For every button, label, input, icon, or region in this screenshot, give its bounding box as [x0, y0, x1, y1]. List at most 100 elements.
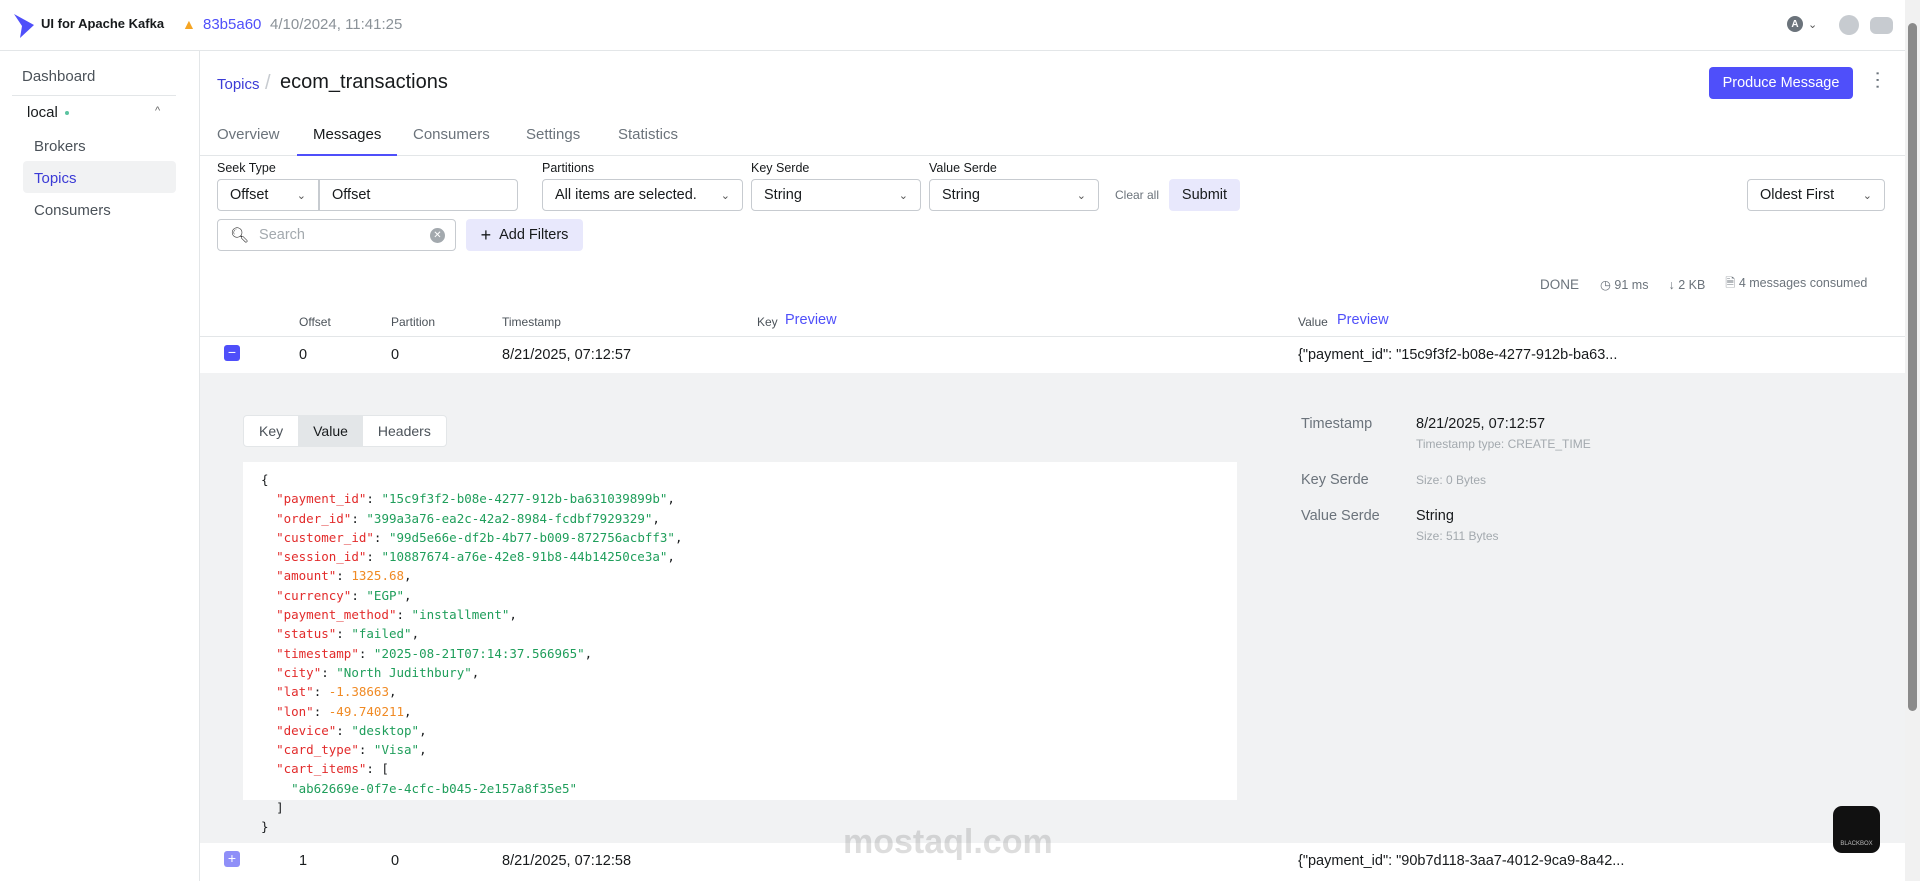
expand-icon[interactable]: +: [224, 851, 240, 867]
detail-tabs: Key Value Headers: [243, 415, 447, 447]
scrollbar[interactable]: [1905, 0, 1920, 881]
breadcrumb-separator: /: [265, 72, 271, 94]
chevron-down-icon: ⌄: [296, 189, 306, 202]
partitions-value: All items are selected.: [555, 187, 697, 203]
partitions-label: Partitions: [542, 161, 595, 175]
meta-key-size: Size: 0 Bytes: [1416, 473, 1487, 487]
seek-type-select[interactable]: Offset ⌄: [217, 179, 319, 211]
value-serde-select[interactable]: String ⌄: [929, 179, 1099, 211]
row-timestamp: 8/21/2025, 07:12:58: [502, 853, 632, 869]
sort-value: Oldest First: [1760, 187, 1835, 203]
key-serde-value: String: [764, 187, 802, 203]
col-value: Value: [1298, 315, 1328, 329]
chevron-up-icon[interactable]: ^: [155, 105, 160, 117]
row-value: {"payment_id": "15c9f3f2-b08e-4277-912b-…: [1298, 347, 1618, 363]
scrollbar-thumb[interactable]: [1908, 23, 1917, 711]
row-offset: 0: [299, 347, 308, 363]
page-title: ecom_transactions: [280, 71, 448, 93]
blackbox-badge[interactable]: BLACKBOX: [1833, 806, 1880, 853]
search-icon: 🔍︎: [230, 227, 250, 244]
produce-message-button[interactable]: Produce Message: [1709, 67, 1853, 99]
breadcrumb-topics[interactable]: Topics: [217, 76, 260, 93]
search-input[interactable]: 🔍︎ Search ✕: [217, 219, 456, 251]
add-filters-label: Add Filters: [499, 227, 569, 243]
row-value: {"payment_id": "90b7d118-3aa7-4012-9ca9-…: [1298, 853, 1625, 869]
offset-input[interactable]: Offset: [319, 179, 518, 211]
row-timestamp: 8/21/2025, 07:12:57: [502, 347, 632, 363]
row-offset: 1: [299, 853, 308, 869]
search-placeholder: Search: [259, 227, 305, 243]
meta-key-serde-label: Key Serde: [1301, 472, 1369, 488]
build-date: 4/10/2024, 11:41:25: [270, 16, 403, 33]
top-header: UI for Apache Kafka ▲ 83b5a60 4/10/2024,…: [0, 0, 1905, 51]
row-partition: 0: [391, 347, 400, 363]
meta-timestamp: 8/21/2025, 07:12:57: [1416, 416, 1546, 432]
offset-value: Offset: [332, 187, 371, 203]
sidebar-item-brokers[interactable]: Brokers: [34, 138, 86, 155]
tab-messages[interactable]: Messages: [313, 126, 381, 143]
col-key: Key: [757, 315, 778, 329]
key-serde-label: Key Serde: [751, 161, 810, 175]
active-tab-indicator: [297, 154, 397, 156]
meta-value-serde-label: Value Serde: [1301, 508, 1380, 524]
clear-search-icon[interactable]: ✕: [430, 227, 445, 243]
cluster-local[interactable]: local: [27, 104, 58, 121]
partitions-select[interactable]: All items are selected. ⌄: [542, 179, 743, 211]
meta-value-size: Size: 511 Bytes: [1416, 529, 1499, 543]
app-name: UI for Apache Kafka: [41, 16, 165, 31]
tab-settings[interactable]: Settings: [526, 126, 580, 143]
col-partition: Partition: [391, 315, 436, 329]
document-icon: 🗎: [1725, 276, 1739, 290]
clear-all-button[interactable]: Clear all: [1115, 188, 1159, 202]
col-timestamp: Timestamp: [502, 315, 561, 329]
status-dot: [65, 111, 69, 115]
tab-consumers[interactable]: Consumers: [413, 126, 490, 143]
clock-icon: ◷: [1600, 278, 1615, 292]
github-icon[interactable]: [1839, 15, 1859, 35]
value-serde-label: Value Serde: [929, 161, 997, 175]
sidebar-item-consumers[interactable]: Consumers: [34, 202, 111, 219]
submit-button[interactable]: Submit: [1169, 179, 1240, 211]
add-filters-button[interactable]: + Add Filters: [466, 219, 583, 251]
kafka-logo-icon: [14, 14, 34, 38]
sidebar: Dashboard local ^ Brokers Topics Consume…: [0, 51, 200, 881]
watermark: mostaql.com: [843, 823, 1053, 861]
user-menu[interactable]: A ⌄: [1787, 16, 1817, 32]
row-partition: 0: [391, 853, 400, 869]
col-offset: Offset: [299, 315, 331, 329]
value-preview-button[interactable]: Preview: [1337, 312, 1389, 328]
more-options-icon[interactable]: ···: [1867, 70, 1889, 90]
tab-statistics[interactable]: Statistics: [618, 126, 678, 143]
sidebar-item-topics[interactable]: Topics: [34, 170, 77, 187]
key-preview-button[interactable]: Preview: [785, 312, 837, 328]
seek-type-label: Seek Type: [217, 161, 276, 175]
chevron-down-icon: ⌄: [898, 189, 908, 202]
tab-overview[interactable]: Overview: [217, 126, 280, 143]
detail-tab-value[interactable]: Value: [298, 416, 363, 446]
chevron-down-icon: ⌄: [1808, 18, 1818, 31]
detail-tab-headers[interactable]: Headers: [363, 416, 446, 446]
bytes-consumed: ↓ 2 KB: [1668, 277, 1706, 292]
discord-icon[interactable]: [1870, 17, 1893, 34]
consume-status: DONE ◷ 91 ms ↓ 2 KB 🗎 4 messages consume…: [1540, 274, 1867, 295]
blackbox-label: BLACKBOX: [1840, 841, 1873, 847]
detail-tab-key[interactable]: Key: [244, 416, 298, 446]
key-serde-select[interactable]: String ⌄: [751, 179, 921, 211]
status-state: DONE: [1540, 277, 1580, 292]
sidebar-item-dashboard[interactable]: Dashboard: [22, 68, 95, 85]
chevron-down-icon: ⌄: [720, 189, 730, 202]
chevron-down-icon: ⌄: [1076, 189, 1086, 202]
warning-icon: ▲: [182, 16, 196, 32]
json-viewer[interactable]: { "payment_id": "15c9f3f2-b08e-4277-912b…: [243, 462, 1237, 834]
plus-icon: +: [480, 224, 492, 245]
avatar: A: [1787, 16, 1803, 32]
elapsed-time: ◷ 91 ms: [1600, 278, 1649, 292]
messages-consumed: 🗎 4 messages consumed: [1725, 276, 1868, 290]
arrow-down-icon: ↓: [1668, 277, 1679, 292]
commit-link[interactable]: 83b5a60: [203, 16, 261, 33]
meta-value-serde: String: [1416, 508, 1454, 524]
seek-type-value: Offset: [230, 187, 269, 203]
meta-timestamp-label: Timestamp: [1301, 416, 1373, 432]
collapse-icon[interactable]: −: [224, 345, 240, 361]
sort-select[interactable]: Oldest First ⌄: [1747, 179, 1885, 211]
